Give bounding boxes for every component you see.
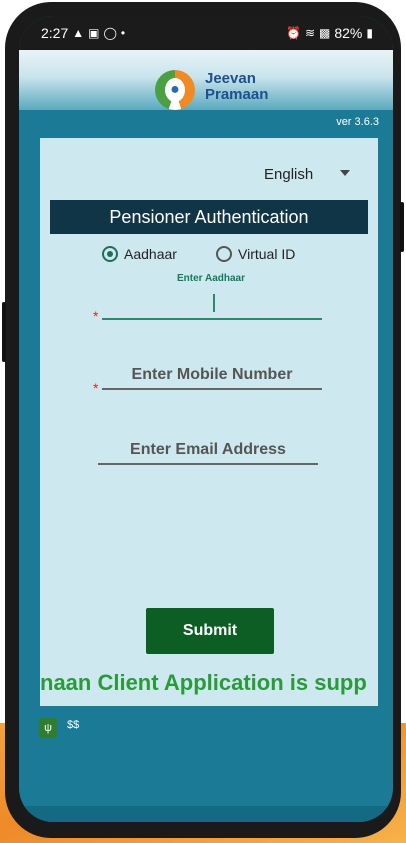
required-marker: * [93, 380, 99, 396]
scrolling-banner: naan Client Application is supp [40, 670, 367, 695]
radio-aadhaar-label: Aadhaar [124, 246, 177, 262]
alarm-icon: ⏰ [286, 26, 301, 40]
app-header: ● Jeevan Pramaan [19, 50, 393, 110]
auth-card: English Pensioner Authentication Aadhaar… [40, 138, 378, 706]
radio-virtual-id-label: Virtual ID [238, 246, 296, 262]
version-label: ver 3.6.3 [336, 116, 379, 128]
email-input[interactable]: Enter Email Address [98, 441, 318, 459]
language-select[interactable]: English [264, 166, 313, 183]
mobile-input[interactable]: Enter Mobile Number [102, 366, 322, 384]
email-input-underline[interactable] [98, 463, 318, 465]
aadhaar-field-label: Enter Aadhaar [177, 273, 245, 284]
radio-aadhaar[interactable]: Aadhaar [102, 246, 177, 262]
app-logo-icon: ● [155, 70, 195, 110]
dot-icon: • [120, 26, 126, 40]
required-marker: * [93, 308, 99, 324]
radio-unchecked-icon[interactable] [216, 246, 232, 262]
instagram-icon: ◯ [103, 26, 117, 40]
power-button [400, 202, 404, 252]
aadhaar-input[interactable] [102, 318, 322, 320]
chevron-down-icon[interactable] [340, 170, 350, 176]
battery-icon: ▮ [366, 26, 373, 40]
radio-checked-icon[interactable] [102, 246, 118, 262]
battery-percent: 82% [334, 25, 363, 41]
dollar-label: $$ [67, 719, 80, 731]
radio-virtual-id[interactable]: Virtual ID [216, 246, 295, 262]
status-bar: 2:27 ▲ ▣ ◯ • ⏰ ≋ ▩ 82% ▮ [19, 16, 393, 50]
screen: 2:27 ▲ ▣ ◯ • ⏰ ≋ ▩ 82% ▮ ● Jeevan Pramaa… [19, 16, 393, 822]
notification-icon: ▲ [72, 26, 85, 40]
text-cursor [213, 294, 215, 312]
wifi-icon: ≋ [304, 26, 316, 40]
signal-icon: ▩ [319, 26, 331, 40]
volume-button [2, 302, 6, 362]
gallery-icon: ▣ [88, 26, 100, 40]
submit-button[interactable]: Submit [146, 608, 274, 654]
status-time: 2:27 [41, 25, 69, 41]
brand-line-1: Jeevan [205, 70, 256, 87]
phone-frame: 2:27 ▲ ▣ ◯ • ⏰ ≋ ▩ 82% ▮ ● Jeevan Pramaa… [2, 2, 404, 838]
page-title: Pensioner Authentication [50, 200, 368, 234]
mobile-input-underline[interactable] [102, 388, 322, 390]
usb-icon: ψ [39, 718, 57, 738]
brand-line-2: Pramaan [205, 86, 269, 103]
navigation-strip [19, 806, 393, 822]
person-icon: ● [165, 78, 185, 102]
